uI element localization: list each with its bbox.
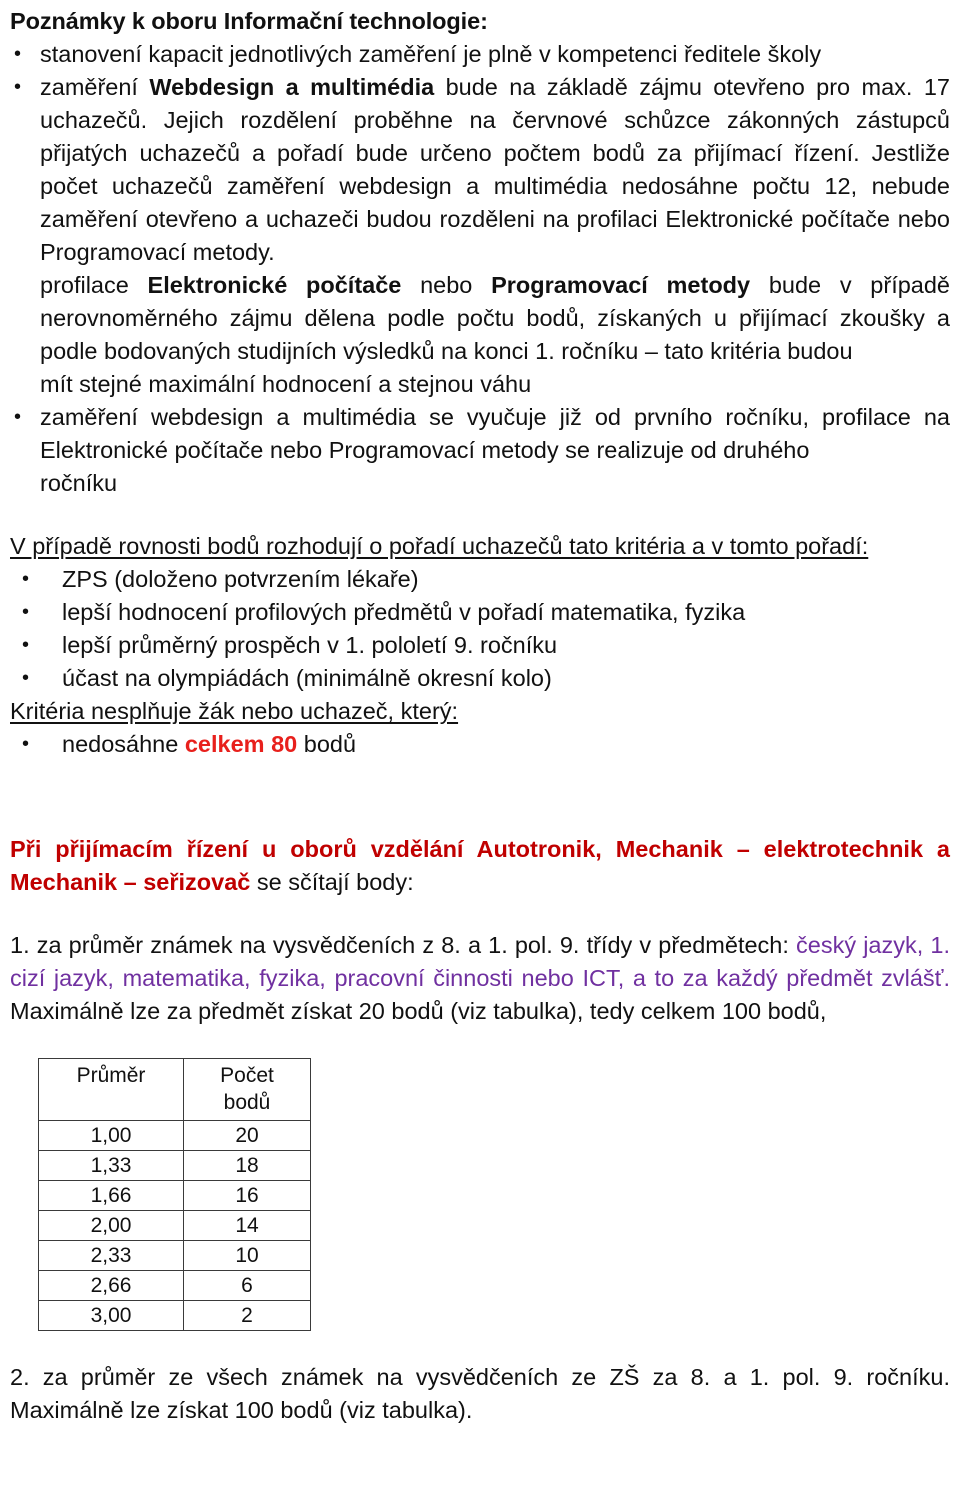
bullet-icon: • bbox=[22, 634, 30, 656]
table-header-row: Průměr Počet bodů bbox=[38, 1058, 311, 1121]
bullet-icon: • bbox=[22, 601, 30, 623]
cell-prumer: 1,66 bbox=[38, 1180, 184, 1211]
list-item-text-post: bude na základě zájmu otevřeno pro max. … bbox=[40, 74, 950, 265]
cell-prumer: 2,33 bbox=[38, 1240, 184, 1271]
cell-body: 16 bbox=[183, 1180, 311, 1211]
bullet-icon: • bbox=[14, 406, 22, 428]
document-page: Poznámky k oboru Informační technologie:… bbox=[0, 0, 960, 1496]
cell-body: 2 bbox=[183, 1300, 311, 1331]
nesplnuje-heading: Kritéria nesplňuje žák nebo uchazeč, kte… bbox=[10, 698, 459, 724]
cell-body: 14 bbox=[183, 1210, 311, 1241]
list-item: • ZPS (doloženo potvrzením lékaře) bbox=[10, 563, 950, 596]
list-item: • nedosáhne celkem 80 bodů bbox=[10, 728, 950, 761]
list-item-text: účast na olympiádách (minimálně okresní … bbox=[62, 665, 552, 691]
list-item: • lepší průměrný prospěch v 1. pololetí … bbox=[10, 629, 950, 662]
rovnost-bullet-list: • ZPS (doloženo potvrzením lékaře) • lep… bbox=[10, 563, 950, 695]
red-section-heading: Při přijímacím řízení u oborů vzdělání A… bbox=[10, 833, 950, 899]
list-item: • účast na olympiádách (minimálně okresn… bbox=[10, 662, 950, 695]
list-item: • lepší hodnocení profilových předmětů v… bbox=[10, 596, 950, 629]
profilace-paragraph-tail: mít stejné maximální hodnocení a stejnou… bbox=[40, 371, 532, 397]
table-row: 2,33 10 bbox=[38, 1240, 311, 1271]
notes-heading: Poznámky k oboru Informační technologie: bbox=[10, 8, 488, 34]
list-item-text: ZPS (doloženo potvrzením lékaře) bbox=[62, 566, 419, 592]
cell-body: 6 bbox=[183, 1270, 311, 1301]
list-item-text: lepší hodnocení profilových předmětů v p… bbox=[62, 599, 746, 625]
item1-part2: Maximálně lze za předmět získat 20 bodů … bbox=[10, 998, 827, 1024]
table-row: 1,66 16 bbox=[38, 1180, 311, 1211]
column-header-line2: bodů bbox=[223, 1091, 271, 1114]
bullet-icon: • bbox=[14, 76, 22, 98]
table-row: 1,33 18 bbox=[38, 1150, 311, 1181]
table-row: 2,66 6 bbox=[38, 1270, 311, 1301]
table-row: 1,00 20 bbox=[38, 1120, 311, 1151]
grades-table: Průměr Počet bodů 1,00 20 1,33 18 1,66 1… bbox=[38, 1058, 311, 1331]
bullet-icon: • bbox=[22, 568, 30, 590]
vyucuje-bullet-list: • zaměření webdesign a multimédia se vyu… bbox=[10, 401, 950, 500]
column-header-pocet-bodu: Počet bodů bbox=[183, 1058, 311, 1121]
list-item-text: lepší průměrný prospěch v 1. pololetí 9.… bbox=[62, 632, 558, 658]
scoring-item-1: 1. za průměr známek na vysvědčeních z 8.… bbox=[10, 929, 950, 1028]
profilace-bold-2: Programovací metody bbox=[491, 272, 751, 298]
cell-prumer: 1,33 bbox=[38, 1150, 184, 1181]
column-header-prumer: Průměr bbox=[38, 1058, 184, 1121]
list-item: • zaměření Webdesign a multimédia bude n… bbox=[10, 71, 950, 269]
cell-body: 10 bbox=[183, 1240, 311, 1271]
profilace-paragraph: profilace Elektronické počítače nebo Pro… bbox=[10, 269, 950, 368]
list-item-text-tail: ročníku bbox=[40, 470, 118, 496]
bullet-icon: • bbox=[22, 733, 30, 755]
cell-prumer: 1,00 bbox=[38, 1120, 184, 1151]
list-item: • stanovení kapacit jednotlivých zaměřen… bbox=[10, 38, 950, 71]
list-item: • zaměření webdesign a multimédia se vyu… bbox=[10, 401, 950, 500]
list-item-text-pre: zaměření bbox=[40, 74, 150, 100]
nesplnuje-emphasis: celkem 80 bbox=[184, 731, 298, 757]
item1-part1: 1. za průměr známek na vysvědčeních z 8.… bbox=[10, 932, 797, 958]
cell-body: 20 bbox=[183, 1120, 311, 1151]
list-item-text-bold: Webdesign a multimédia bbox=[149, 74, 435, 100]
cell-prumer: 2,00 bbox=[38, 1210, 184, 1241]
profilace-p2: nebo bbox=[401, 272, 492, 298]
table-row: 3,00 2 bbox=[38, 1300, 311, 1331]
notes-bullet-list: • stanovení kapacit jednotlivých zaměřen… bbox=[10, 38, 950, 269]
list-item-text: stanovení kapacit jednotlivých zaměření … bbox=[40, 41, 822, 67]
nesplnuje-pre: nedosáhne bbox=[62, 731, 185, 757]
profilace-p1: profilace bbox=[40, 272, 148, 298]
red-heading-plain-part: se sčítají body: bbox=[250, 869, 414, 895]
cell-prumer: 3,00 bbox=[38, 1300, 184, 1331]
table-row: 2,00 14 bbox=[38, 1210, 311, 1241]
nesplnuje-post: bodů bbox=[297, 731, 357, 757]
red-heading-red-part: Při přijímacím řízení u oborů vzdělání A… bbox=[10, 836, 950, 895]
scoring-item-2: 2. za průměr ze všech známek na vysvědče… bbox=[10, 1364, 950, 1423]
bullet-icon: • bbox=[14, 43, 22, 65]
profilace-bold-1: Elektronické počítače bbox=[147, 272, 402, 298]
bullet-icon: • bbox=[22, 667, 30, 689]
cell-body: 18 bbox=[183, 1150, 311, 1181]
rovnost-heading: V případě rovnosti bodů rozhodují o pořa… bbox=[10, 533, 869, 559]
list-item-text: zaměření webdesign a multimédia se vyuču… bbox=[40, 404, 950, 463]
cell-prumer: 2,66 bbox=[38, 1270, 184, 1301]
column-header-line1: Počet bbox=[220, 1064, 274, 1087]
nesplnuje-bullet-list: • nedosáhne celkem 80 bodů bbox=[10, 728, 950, 761]
